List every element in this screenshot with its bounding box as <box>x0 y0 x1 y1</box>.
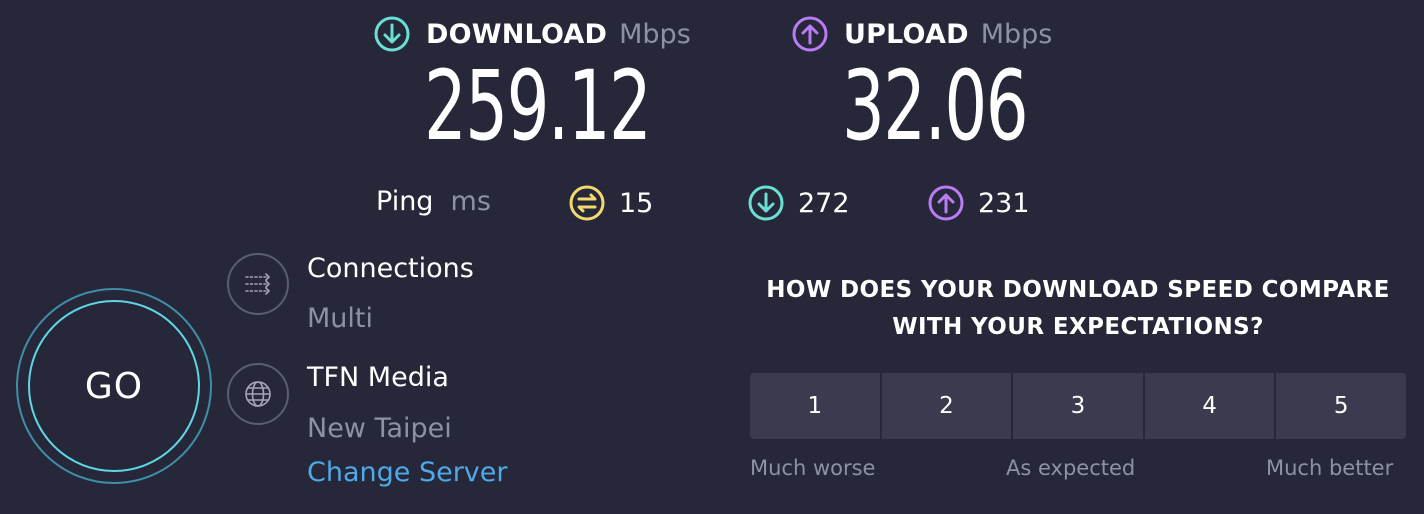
ping-idle-icon <box>569 185 605 221</box>
upload-label: UPLOAD <box>844 18 969 50</box>
globe-icon <box>227 363 289 425</box>
survey-question-line2: WITH YOUR EXPECTATIONS? <box>892 314 1264 340</box>
download-unit: Mbps <box>619 18 691 50</box>
download-header: DOWNLOAD Mbps <box>374 14 691 54</box>
rating-option-5[interactable]: 5 <box>1276 373 1406 439</box>
server-provider: TFN Media <box>307 362 449 393</box>
change-server-link[interactable]: Change Server <box>307 457 508 488</box>
rating-option-3[interactable]: 3 <box>1013 373 1145 439</box>
speedtest-results: DOWNLOAD Mbps 259.12 UPLOAD Mbps 32.06 P… <box>0 0 1424 514</box>
download-arrow-icon <box>374 16 410 52</box>
upload-arrow-icon <box>792 16 828 52</box>
ping-upload: 231 <box>928 185 1030 221</box>
ping-download: 272 <box>748 185 850 221</box>
rating-caption-left: Much worse <box>750 456 876 480</box>
rating-caption-right: Much better <box>1266 456 1394 480</box>
upload-value: 32.06 <box>842 50 1029 162</box>
ping-idle: 15 <box>569 185 653 221</box>
connections-icon <box>227 253 289 315</box>
upload-header: UPLOAD Mbps <box>792 14 1052 54</box>
ping-upload-icon <box>928 185 964 221</box>
ping-label-group: Ping ms <box>376 186 491 217</box>
rating-scale: 1 2 3 4 5 <box>750 373 1406 439</box>
rating-option-4[interactable]: 4 <box>1144 373 1277 439</box>
rating-caption-middle: As expected <box>1006 456 1136 480</box>
go-button-label: GO <box>84 365 144 407</box>
go-button[interactable]: GO <box>28 300 200 472</box>
go-button-ring: GO <box>16 288 212 484</box>
connections-value: Multi <box>307 303 373 334</box>
upload-unit: Mbps <box>980 18 1053 50</box>
ping-download-value: 272 <box>798 187 850 219</box>
rating-option-1[interactable]: 1 <box>750 373 882 439</box>
connections-title: Connections <box>307 253 474 284</box>
ping-upload-value: 231 <box>978 187 1030 219</box>
download-label: DOWNLOAD <box>426 18 608 50</box>
survey-question: HOW DOES YOUR DOWNLOAD SPEED COMPARE WIT… <box>748 272 1408 346</box>
download-value: 259.12 <box>424 50 652 162</box>
ping-unit: ms <box>450 186 491 217</box>
ping-idle-value: 15 <box>619 187 654 219</box>
rating-option-2[interactable]: 2 <box>881 373 1014 439</box>
ping-label: Ping <box>376 186 434 217</box>
survey-question-line1: HOW DOES YOUR DOWNLOAD SPEED COMPARE <box>766 277 1390 303</box>
server-location: New Taipei <box>307 413 452 444</box>
ping-download-icon <box>748 185 784 221</box>
